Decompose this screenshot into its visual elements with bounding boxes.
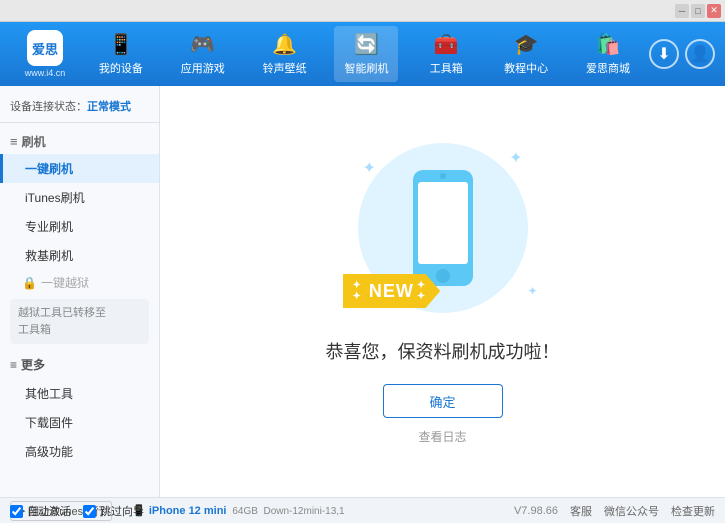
- ringtone-icon: 🔔: [272, 32, 297, 57]
- nav-apps-games[interactable]: 🎮 应用游戏: [171, 26, 235, 82]
- nav-store-label: 爱思商城: [586, 60, 630, 76]
- flash-icon: 🔄: [354, 32, 379, 57]
- nav-right-buttons: ⬇ 👤: [649, 39, 715, 69]
- sidebar-locked-jailbreak: 🔒 一键越狱: [0, 270, 159, 295]
- device-name: iPhone 12 mini: [149, 505, 227, 517]
- device-info: 📱 iPhone 12 mini 64GB Down-12mini-13,1: [132, 504, 514, 517]
- status-label: 设备连接状态：: [10, 101, 87, 113]
- nav-store[interactable]: 🛍️ 爱思商城: [576, 26, 640, 82]
- titlebar: ─ □ ✕: [0, 0, 725, 22]
- minimize-button[interactable]: ─: [675, 4, 689, 18]
- maximize-button[interactable]: □: [691, 4, 705, 18]
- apps-icon: 🎮: [190, 32, 215, 57]
- lock-icon: 🔒: [22, 276, 37, 290]
- phone-svg: [408, 168, 478, 288]
- sidebar-note: 越狱工具已转移至 工具箱: [10, 299, 149, 344]
- success-illustration: ✦ ✦ ✦ ✦ ✦ NEW ✦ ✦: [343, 138, 543, 318]
- check-update-link[interactable]: 检查更新: [671, 503, 715, 519]
- nav-ringtone[interactable]: 🔔 铃声壁纸: [253, 26, 317, 82]
- download-button[interactable]: ⬇: [649, 39, 679, 69]
- logo-text: www.i4.cn: [25, 68, 66, 78]
- sidebar-item-advanced[interactable]: 高级功能: [0, 437, 159, 466]
- badge-stars-right: ✦ ✦: [417, 280, 426, 302]
- nav-tutorial[interactable]: 🎓 教程中心: [494, 26, 558, 82]
- new-badge: ✦ ✦ NEW ✦ ✦: [343, 274, 441, 308]
- logo-icon: 爱思: [27, 30, 63, 66]
- nav-ringtone-label: 铃声壁纸: [263, 60, 307, 76]
- success-message: 恭喜您，保资料刷机成功啦！: [326, 338, 560, 364]
- wechat-link[interactable]: 微信公众号: [604, 503, 659, 519]
- badge-stars: ✦ ✦: [353, 280, 362, 302]
- nav-smart-flash[interactable]: 🔄 智能刷机: [334, 26, 398, 82]
- nav-my-device-label: 我的设备: [99, 60, 143, 76]
- content-area: ✦ ✦ ✦ ✦ ✦ NEW ✦ ✦ 恭喜您，保资料刷机成功啦！ 确定 查看日志: [160, 86, 725, 497]
- nav-toolbox-label: 工具箱: [430, 60, 463, 76]
- nav-my-device[interactable]: 📱 我的设备: [89, 26, 153, 82]
- nav-toolbox[interactable]: 🧰 工具箱: [416, 26, 476, 82]
- status-value: 正常模式: [87, 101, 131, 113]
- sparkle-bottom-right: ✦: [527, 284, 537, 298]
- nav-smart-flash-label: 智能刷机: [344, 60, 388, 76]
- sidebar-item-pro-flash[interactable]: 专业刷机: [0, 212, 159, 241]
- more-section-icon: ≡: [10, 358, 17, 372]
- store-icon: 🛍️: [596, 32, 621, 57]
- device-storage: 64GB Down-12mini-13,1: [230, 506, 345, 517]
- tutorial-icon: 🎓: [514, 32, 539, 57]
- nav-apps-label: 应用游戏: [181, 60, 225, 76]
- sparkle-top-left: ✦: [363, 158, 376, 178]
- phone-icon: 📱: [108, 32, 133, 57]
- sidebar-item-one-click-flash[interactable]: 一键刷机: [0, 154, 159, 183]
- version-label: V7.98.66: [514, 505, 558, 517]
- toolbox-icon: 🧰: [434, 32, 459, 57]
- sidebar-item-download-firmware[interactable]: 下载固件: [0, 408, 159, 437]
- confirm-button[interactable]: 确定: [383, 384, 503, 418]
- user-button[interactable]: 👤: [685, 39, 715, 69]
- logo[interactable]: 爱思 www.i4.cn: [10, 30, 80, 78]
- header: 爱思 www.i4.cn 📱 我的设备 🎮 应用游戏 🔔 铃声壁纸 🔄 智能刷机…: [0, 22, 725, 86]
- bottom-right-links: V7.98.66 客服 微信公众号 检查更新: [514, 503, 715, 519]
- sparkle-top-right: ✦: [509, 148, 522, 168]
- more-section-title: ≡ 更多: [0, 350, 159, 379]
- main-area: 设备连接状态：正常模式 ≡ 刷机 一键刷机 iTunes刷机 专业刷机 救基刷机…: [0, 86, 725, 497]
- flash-section-icon: ≡: [10, 134, 18, 149]
- customer-service-link[interactable]: 客服: [570, 503, 592, 519]
- connection-status: 设备连接状态：正常模式: [0, 94, 159, 123]
- close-button[interactable]: ✕: [707, 4, 721, 18]
- sidebar-item-itunes-flash[interactable]: iTunes刷机: [0, 183, 159, 212]
- goto-log-link[interactable]: 查看日志: [418, 428, 466, 445]
- flash-section-label: 刷机: [22, 133, 46, 150]
- sidebar: 设备连接状态：正常模式 ≡ 刷机 一键刷机 iTunes刷机 专业刷机 救基刷机…: [0, 86, 160, 497]
- nav-items: 📱 我的设备 🎮 应用游戏 🔔 铃声壁纸 🔄 智能刷机 🧰 工具箱 🎓 教程中心…: [80, 26, 649, 82]
- nav-tutorial-label: 教程中心: [504, 60, 548, 76]
- sidebar-item-baseband-flash[interactable]: 救基刷机: [0, 241, 159, 270]
- flash-section-title: ≡ 刷机: [0, 129, 159, 154]
- sidebar-item-other-tools[interactable]: 其他工具: [0, 379, 159, 408]
